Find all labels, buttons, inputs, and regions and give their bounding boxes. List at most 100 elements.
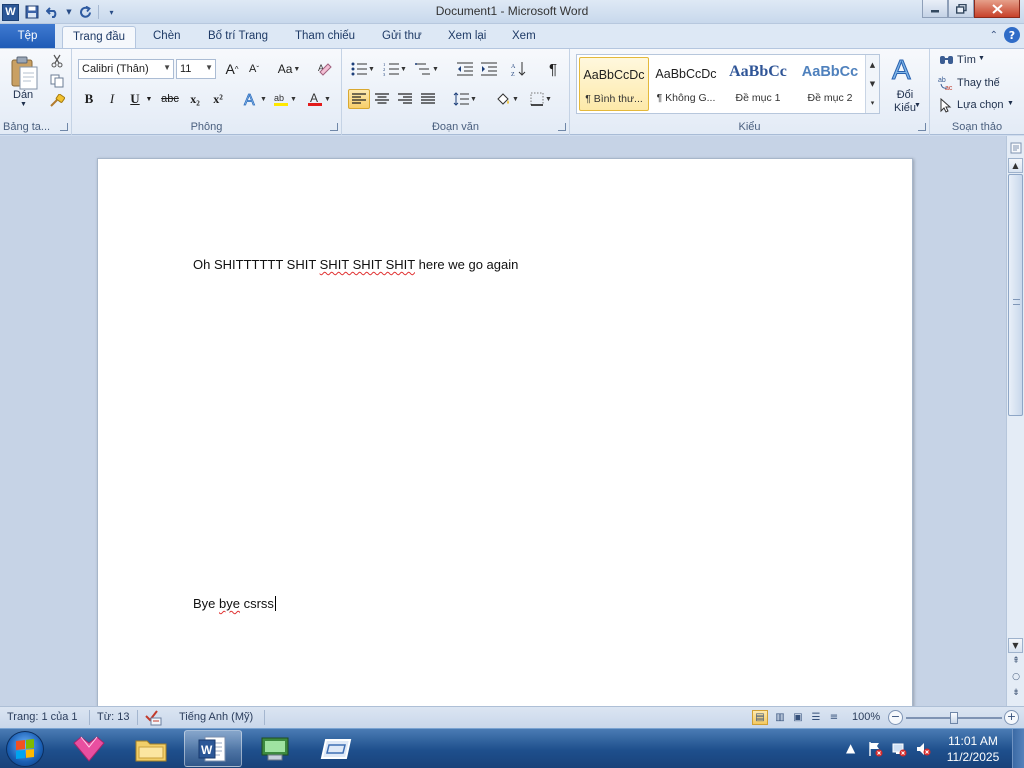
copy-icon[interactable] — [48, 73, 66, 89]
highlight-icon[interactable]: ab ▼ — [271, 89, 299, 109]
paragraph-2[interactable]: Bye bye csrss — [193, 596, 276, 611]
show-hidden-icons[interactable]: ▲ — [846, 741, 855, 755]
paste-dropdown-icon[interactable]: ▼ — [20, 101, 27, 108]
bullets-icon[interactable]: ▼ — [348, 59, 378, 79]
grow-font-icon[interactable]: A ^ — [221, 59, 243, 79]
vertical-scrollbar[interactable]: ▲ ▼ ⇞ ○ ⇟ — [1006, 136, 1024, 706]
paragraph-launcher-icon[interactable] — [558, 123, 566, 131]
zoom-in-button[interactable]: + — [1004, 710, 1019, 725]
style-normal[interactable]: AaBbCcDc ¶ Bình thư... — [579, 57, 649, 111]
draft-view-icon[interactable]: ≡ — [826, 710, 842, 725]
italic-button[interactable]: I — [101, 89, 123, 109]
superscript-button[interactable]: x² — [207, 89, 229, 109]
clipboard-launcher-icon[interactable] — [60, 123, 68, 131]
replace-icon[interactable]: ab ac — [938, 75, 956, 91]
next-page-icon[interactable]: ⇟ — [1011, 688, 1021, 698]
clock[interactable]: 11:01 AM 11/2/2025 — [938, 733, 1008, 765]
clear-formatting-icon[interactable]: A — [314, 59, 336, 79]
font-launcher-icon[interactable] — [330, 123, 338, 131]
minimize-ribbon-icon[interactable]: ⌃ — [990, 30, 998, 41]
font-name-combo[interactable]: Calibri (Thân) ▼ — [78, 59, 174, 79]
taskbar-file-explorer[interactable] — [122, 730, 180, 767]
change-case-icon[interactable]: Aa ▼ — [275, 59, 303, 79]
tab-insert[interactable]: Chèn — [143, 26, 191, 48]
text-effects-icon[interactable]: A ▼ — [241, 89, 269, 109]
find-dropdown-icon[interactable]: ▼ — [978, 55, 985, 62]
tab-file[interactable]: Tệp — [0, 24, 55, 48]
underline-dropdown-icon[interactable]: ▼ — [144, 89, 154, 109]
zoom-level[interactable]: 100% — [852, 711, 880, 723]
decrease-indent-icon[interactable] — [454, 59, 476, 79]
taskbar-system-app[interactable] — [246, 730, 304, 767]
font-size-combo[interactable]: 11 ▼ — [176, 59, 216, 79]
shrink-font-icon[interactable]: Aˇ — [243, 59, 265, 79]
help-icon[interactable]: ? — [1004, 27, 1020, 43]
numbering-icon[interactable]: 1 2 3 ▼ — [380, 59, 410, 79]
full-screen-reading-icon[interactable]: ▥ — [772, 710, 788, 725]
volume-muted-icon[interactable] — [914, 740, 932, 758]
taskbar-pink-app[interactable] — [60, 730, 118, 767]
action-center-icon[interactable] — [866, 740, 884, 758]
browse-object-icon[interactable]: ○ — [1011, 672, 1021, 682]
start-button[interactable] — [6, 731, 44, 767]
tab-view[interactable]: Xem — [502, 26, 546, 48]
sort-icon[interactable]: AZ — [508, 59, 530, 79]
gallery-scroll[interactable]: ▲ ▼ ▾ — [865, 55, 879, 113]
justify-icon[interactable] — [417, 89, 439, 109]
gallery-down-icon[interactable]: ▼ — [870, 80, 875, 88]
taskbar-microsoft-word[interactable]: W — [184, 730, 242, 767]
paste-label[interactable]: Dán — [13, 89, 33, 101]
web-layout-icon[interactable]: ▣ — [790, 710, 806, 725]
minimize-button[interactable] — [922, 0, 948, 18]
print-layout-icon[interactable]: ▤ — [752, 710, 768, 725]
scroll-thumb[interactable] — [1008, 174, 1023, 416]
page-count[interactable]: Trang: 1 của 1 — [7, 711, 78, 723]
gallery-up-icon[interactable]: ▲ — [870, 61, 875, 69]
paragraph-1[interactable]: Oh SHITTTTTT SHIT SHIT SHIT SHIT here we… — [193, 257, 518, 272]
scroll-down-button[interactable]: ▼ — [1008, 638, 1023, 653]
proofing-icon[interactable] — [145, 709, 163, 726]
show-desktop-button[interactable] — [1012, 729, 1024, 768]
increase-indent-icon[interactable] — [478, 59, 500, 79]
document-page[interactable]: Oh SHITTTTTT SHIT SHIT SHIT SHIT here we… — [97, 158, 913, 706]
borders-icon[interactable]: ▼ — [526, 89, 556, 109]
align-right-icon[interactable] — [394, 89, 416, 109]
ruler-toggle-icon[interactable] — [1008, 140, 1023, 155]
underline-button[interactable]: U — [124, 89, 146, 109]
cut-icon[interactable] — [48, 53, 66, 69]
tab-mailings[interactable]: Gửi thư — [372, 26, 432, 48]
select-icon[interactable] — [938, 97, 954, 113]
gallery-more-icon[interactable]: ▾ — [871, 99, 875, 107]
zoom-out-button[interactable]: − — [888, 710, 903, 725]
language-indicator[interactable]: Tiếng Anh (Mỹ) — [179, 711, 253, 723]
font-color-icon[interactable]: A ▼ — [305, 89, 333, 109]
multilevel-list-icon[interactable]: ▼ — [412, 59, 442, 79]
align-center-icon[interactable] — [371, 89, 393, 109]
word-count[interactable]: Từ: 13 — [97, 711, 129, 723]
style-heading-1[interactable]: AaBbCc Đề mục 1 — [723, 57, 793, 111]
strikethrough-button[interactable]: abc — [158, 89, 182, 109]
shading-icon[interactable]: ▼ — [492, 89, 522, 109]
find-label[interactable]: Tìm — [957, 54, 976, 66]
replace-label[interactable]: Thay thế — [957, 77, 1000, 89]
tab-home[interactable]: Trang đầu — [62, 26, 136, 48]
select-dropdown-icon[interactable]: ▼ — [1007, 100, 1014, 107]
outline-view-icon[interactable]: ☰ — [808, 710, 824, 725]
styles-launcher-icon[interactable] — [918, 123, 926, 131]
select-label[interactable]: Lựa chọn — [957, 99, 1004, 111]
show-hide-marks-icon[interactable]: ¶ — [542, 59, 564, 79]
find-icon[interactable] — [938, 53, 954, 67]
network-icon[interactable] — [890, 740, 908, 758]
zoom-slider-thumb[interactable] — [950, 712, 958, 724]
previous-page-icon[interactable]: ⇞ — [1011, 656, 1021, 666]
change-styles-icon[interactable]: A — [886, 53, 924, 84]
tab-references[interactable]: Tham chiếu — [285, 26, 365, 48]
format-painter-icon[interactable] — [48, 93, 66, 109]
scroll-up-button[interactable]: ▲ — [1008, 158, 1023, 173]
restore-button[interactable] — [948, 0, 974, 18]
align-left-icon[interactable] — [348, 89, 370, 109]
style-heading-2[interactable]: AaBbCc Đề mục 2 — [795, 57, 865, 111]
subscript-button[interactable]: x₂ — [184, 89, 206, 109]
close-button[interactable] — [974, 0, 1020, 18]
taskbar-notes-app[interactable] — [308, 730, 366, 767]
